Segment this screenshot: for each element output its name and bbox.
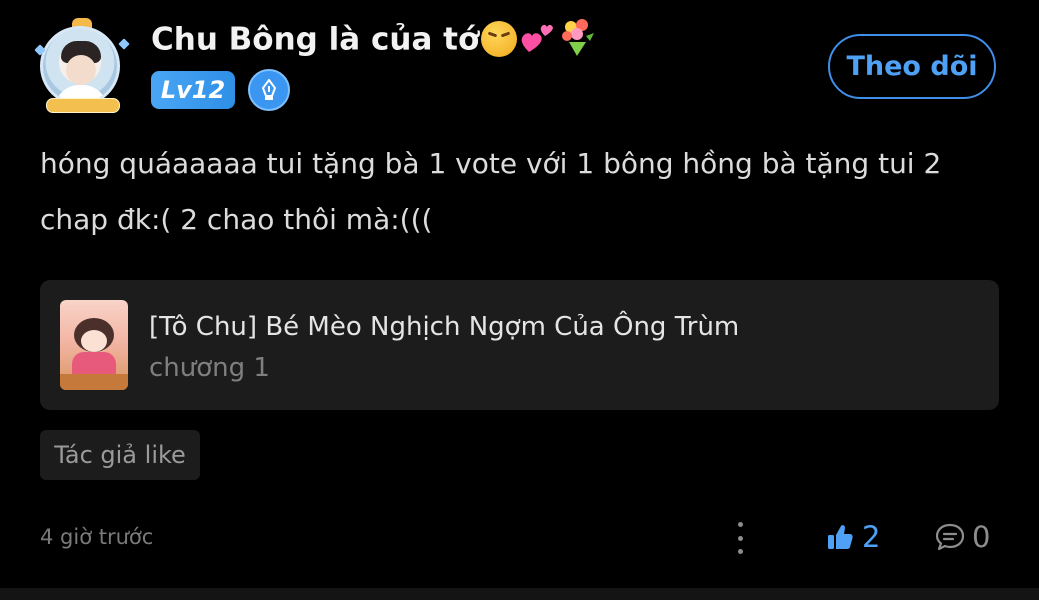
story-card[interactable]: [Tô Chu] Bé Mèo Nghịch Ngợm Của Ông Trùm… xyxy=(40,280,999,410)
more-dot-icon xyxy=(737,522,743,527)
reply-button[interactable]: 0 xyxy=(934,519,990,555)
like-count: 2 xyxy=(862,520,881,554)
follow-button[interactable]: Theo dõi xyxy=(828,34,996,99)
thumbs-up-icon xyxy=(828,525,853,549)
like-button[interactable]: 2 xyxy=(826,519,880,555)
bouquet-emoji-icon xyxy=(562,19,595,56)
timestamp: 4 giờ trước xyxy=(40,525,154,549)
author-like-tag: Tác giả like xyxy=(40,430,200,480)
user-badges: Lv12 xyxy=(151,69,290,111)
confounded-face-emoji-icon xyxy=(481,21,518,57)
avatar-frame-ribbon xyxy=(46,98,120,113)
avatar[interactable] xyxy=(34,18,130,114)
more-options-button[interactable] xyxy=(730,522,750,554)
more-dot-icon xyxy=(737,549,743,554)
pen-nib-icon xyxy=(248,69,290,111)
username-text: Chu Bông là của tớ xyxy=(151,21,480,58)
story-title: [Tô Chu] Bé Mèo Nghịch Ngợm Của Ông Trùm xyxy=(149,312,740,342)
more-dot-icon xyxy=(737,535,743,541)
story-cover-image xyxy=(60,300,128,390)
avatar-image xyxy=(40,26,120,106)
two-hearts-emoji-icon xyxy=(521,24,554,52)
comment-body: hóng quáaaaaa tui tặng bà 1 vote với 1 b… xyxy=(40,147,942,236)
username[interactable]: Chu Bông là của tớ xyxy=(151,19,597,62)
comment-count: 0 xyxy=(972,520,991,554)
story-chapter: chương 1 xyxy=(149,353,270,383)
comment-bubble-icon xyxy=(935,523,965,551)
sparkle-icon xyxy=(118,38,130,50)
level-badge: Lv12 xyxy=(151,71,235,109)
bottom-divider xyxy=(0,588,1039,600)
